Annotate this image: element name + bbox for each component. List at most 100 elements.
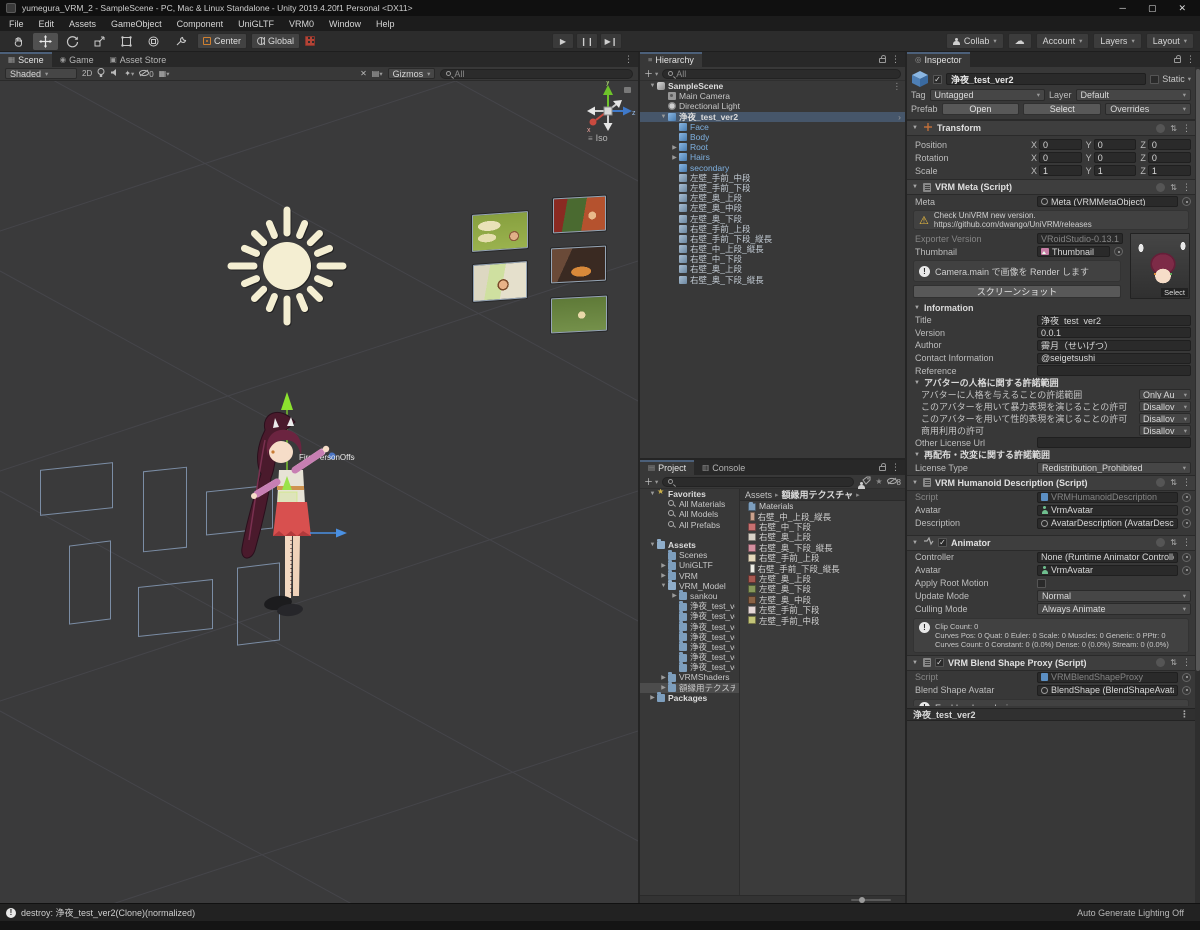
tag-dropdown[interactable]: Untagged ▾ [929,89,1045,101]
hierarchy-item[interactable]: 左壁_手前_中段 [640,173,905,183]
animator-avatar-field[interactable]: VrmAvatar [1037,564,1178,576]
prefab-overrides-dropdown[interactable]: Overrides ▾ [1105,103,1192,115]
component-menu-icon[interactable]: ⋮ [1182,182,1191,193]
tab-game[interactable]: ◉ Game [51,52,102,67]
transform-header[interactable]: ▼ Transform ⇅ ⋮ [907,121,1195,136]
axis-x-field[interactable]: 0 [1039,152,1082,163]
expander-icon[interactable]: ▶ [670,144,679,151]
close-icon[interactable]: ✕ [1178,3,1186,14]
menu-item[interactable]: File [9,19,24,29]
object-picker-icon[interactable] [1182,505,1191,515]
expander-icon[interactable]: ▼ [648,491,657,497]
hierarchy-item[interactable]: Face [640,122,905,132]
account-dropdown[interactable]: Account ▾ [1035,33,1090,49]
presets-icon[interactable]: ⇅ [1170,478,1177,487]
layer-dropdown[interactable]: Default ▾ [1075,89,1191,101]
lighting-toggle-icon[interactable] [97,67,105,80]
cloud-button[interactable]: ☁ [1007,33,1032,49]
controller-field[interactable]: None (Runtime Animator Controller) [1037,551,1178,563]
2d-toggle[interactable]: 2D [82,69,92,78]
redistribution-foldout[interactable]: ▼ 再配布・改変に関する許諾範囲 [907,449,1195,461]
help-icon[interactable] [1156,478,1166,488]
tab-hierarchy[interactable]: ≡ Hierarchy [640,52,702,67]
component-tools-icon[interactable]: ✕ [360,69,367,78]
auto-lighting-status[interactable]: Auto Generate Lighting Off [1077,908,1194,918]
camera-settings-dropdown[interactable]: ▤▾ [372,69,383,78]
wireframe-frame[interactable] [40,462,113,516]
menu-item[interactable]: Edit [39,19,55,29]
project-tree-item[interactable]: ▶ VRM [640,570,739,581]
project-tree-item[interactable]: ▶ UniGLTF [640,559,739,570]
space-toggle[interactable]: Global [251,33,301,49]
axis-y-field[interactable]: 1 [1093,165,1137,176]
directional-light-gizmo[interactable] [222,201,352,331]
hierarchy-item[interactable]: Body [640,132,905,142]
hierarchy-item[interactable]: 右壁_中_下段 [640,254,905,264]
info-row-field[interactable]: @seigetsushi [1037,352,1191,364]
static-toggle[interactable]: Static ▾ [1150,74,1191,84]
layout-dropdown[interactable]: Layout ▾ [1145,33,1194,49]
axis-y-field[interactable]: 0 [1093,152,1137,163]
menu-item[interactable]: Assets [69,19,96,29]
project-tree-item[interactable] [640,530,739,540]
menu-item[interactable]: UniGLTF [238,19,274,29]
thumbnail-size-slider[interactable] [851,896,891,903]
component-menu-icon[interactable]: ⋮ [1182,657,1191,668]
hierarchy-item[interactable]: 左壁_奥_上段 [640,193,905,203]
vrm-humanoid-header[interactable]: ▼ VRM Humanoid Description (Script) ⇅ ⋮ [907,475,1195,491]
lock-icon[interactable] [879,463,886,471]
hierarchy-item[interactable]: 左壁_奥_下段 [640,213,905,224]
info-row-field[interactable] [1037,365,1191,377]
help-icon[interactable] [1156,658,1166,668]
console-status-message[interactable]: destroy: 浄夜_test_ver2(Clone)(normalized) [21,906,195,919]
hierarchy-item[interactable]: 右壁_奥_下段_縦長 [640,275,905,285]
scale-tool-icon[interactable] [87,33,112,50]
expander-icon[interactable]: ▶ [659,572,668,579]
object-picker-icon[interactable] [1182,492,1191,502]
tab-scene[interactable]: ▦ Scene [0,52,52,67]
gizmos-dropdown[interactable]: Gizmos ▾ [387,68,436,79]
project-file-item[interactable]: 左壁_手前_中段 [740,615,905,626]
information-foldout[interactable]: ▼ Information [907,302,1195,314]
prefab-open-button[interactable]: Open [941,103,1020,115]
project-tree-item[interactable]: 浄夜_test_ver2.Te [640,661,739,672]
minimize-icon[interactable]: ─ [1120,3,1126,14]
hierarchy-item[interactable]: 右壁_中_上段_縦長 [640,244,905,254]
component-menu-icon[interactable]: ⋮ [1182,537,1191,548]
static-checkbox[interactable] [1150,74,1160,84]
axis-z-field[interactable]: 0 [1147,139,1192,150]
move-tool-icon[interactable] [33,32,58,50]
object-picker-icon[interactable] [1182,197,1191,206]
framed-picture[interactable] [472,211,528,252]
object-picker-icon[interactable] [1182,565,1191,575]
component-menu-icon[interactable]: ⋮ [1182,123,1191,134]
transform-tool-icon[interactable] [141,33,166,50]
framed-picture[interactable] [473,261,527,302]
vrm-blendshape-header[interactable]: ▼ ✓ VRM Blend Shape Proxy (Script) ⇅ ⋮ [907,655,1195,671]
expander-icon[interactable]: ▶ [659,684,668,691]
lock-icon[interactable] [879,55,886,63]
wireframe-frame[interactable] [138,579,213,637]
help-icon[interactable] [1156,182,1166,192]
hierarchy-create-button[interactable]: ＋ ▾ [644,67,658,80]
pivot-toggle[interactable]: Center [197,33,248,49]
project-tree-item[interactable]: All Prefabs [640,520,739,530]
help-icon[interactable] [1156,123,1166,133]
breadcrumb-current[interactable]: 額縁用テクスチャ [782,489,854,501]
scene-search-input[interactable]: All [440,68,634,79]
menu-item[interactable]: Window [329,19,361,29]
tab-inspector[interactable]: ◎ Inspector [907,52,970,67]
screenshot-button[interactable]: スクリーンショット [913,285,1121,298]
inspector-scrollbar[interactable] [1195,67,1200,903]
hand-tool-icon[interactable] [6,33,31,50]
expander-icon[interactable]: ▶ [659,674,668,681]
blendshape-avatar-field[interactable]: BlendShape (BlendShapeAvatar) [1037,684,1178,696]
hierarchy-item[interactable]: 左壁_手前_下段 [640,183,905,193]
gameobject-name-field[interactable]: 浄夜_test_ver2 [946,73,1147,85]
vrm-meta-header[interactable]: ▼ VRM Meta (Script) ⇅ ⋮ [907,180,1195,195]
asset-preview-bar[interactable]: 浄夜_test_ver2 ⋮ [907,707,1195,721]
custom-tool-icon[interactable] [168,33,193,50]
axis-y-field[interactable]: 0 [1093,139,1137,150]
project-search-input[interactable] [662,476,855,487]
prefab-select-button[interactable]: Select [1023,103,1102,115]
